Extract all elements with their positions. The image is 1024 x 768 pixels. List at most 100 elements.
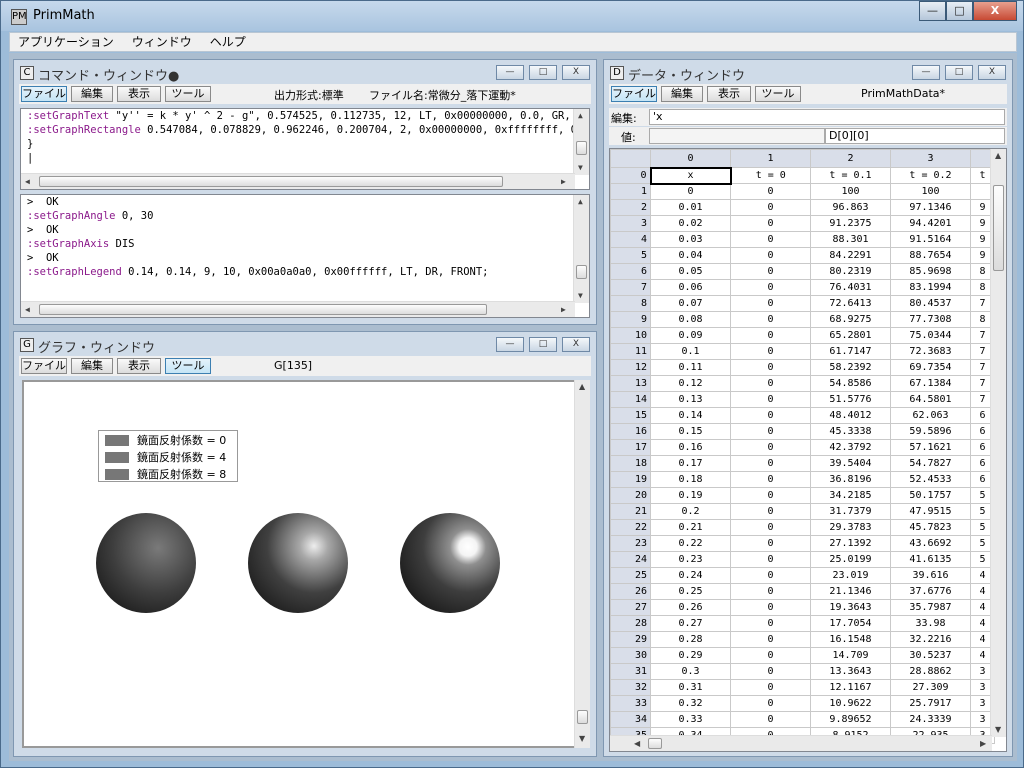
table-cell[interactable]: 0.1 bbox=[650, 343, 731, 360]
scroll-down-arrow[interactable]: ▼ bbox=[579, 734, 585, 743]
table-cell[interactable]: 27.309 bbox=[890, 679, 971, 696]
command-window-titlebar[interactable]: C コマンド・ウィンドウ● — □ X bbox=[14, 60, 596, 84]
table-cell[interactable]: 0.15 bbox=[650, 423, 731, 440]
table-cell[interactable]: 0.24 bbox=[650, 567, 731, 584]
scroll-right-arrow[interactable]: ▶ bbox=[561, 305, 566, 314]
table-cell[interactable]: 29.3783 bbox=[810, 519, 891, 536]
table-cell[interactable]: 64.5801 bbox=[890, 391, 971, 408]
row-header[interactable]: 3 bbox=[610, 215, 651, 232]
row-header[interactable]: 19 bbox=[610, 471, 651, 488]
table-cell[interactable]: 59.5896 bbox=[890, 423, 971, 440]
scroll-up-arrow[interactable]: ▲ bbox=[579, 382, 585, 391]
close-button[interactable]: X bbox=[978, 65, 1006, 80]
table-cell[interactable]: 39.5404 bbox=[810, 455, 891, 472]
file-button[interactable]: ファイル bbox=[21, 86, 67, 102]
table-cell[interactable]: 0.06 bbox=[650, 279, 731, 296]
table-cell[interactable]: 100 bbox=[890, 183, 971, 200]
table-cell[interactable]: 0 bbox=[730, 327, 811, 344]
edit-button[interactable]: 編集 bbox=[71, 86, 113, 102]
close-button[interactable]: X bbox=[973, 1, 1017, 21]
table-cell[interactable]: 39.616 bbox=[890, 567, 971, 584]
scroll-thumb[interactable] bbox=[993, 185, 1004, 271]
scroll-down-arrow[interactable]: ▼ bbox=[995, 725, 1001, 734]
column-header[interactable]: 2 bbox=[810, 149, 891, 168]
table-cell[interactable]: 50.1757 bbox=[890, 487, 971, 504]
table-cell[interactable]: 68.9275 bbox=[810, 311, 891, 328]
table-cell[interactable]: 17.7054 bbox=[810, 615, 891, 632]
row-header[interactable]: 15 bbox=[610, 407, 651, 424]
table-cell[interactable]: 0 bbox=[730, 375, 811, 392]
table-cell[interactable]: 34.2185 bbox=[810, 487, 891, 504]
restore-button[interactable]: □ bbox=[529, 337, 557, 352]
table-cell[interactable]: 0.16 bbox=[650, 439, 731, 456]
table-cell[interactable]: 0.27 bbox=[650, 615, 731, 632]
table-cell[interactable]: 41.6135 bbox=[890, 551, 971, 568]
row-header[interactable]: 16 bbox=[610, 423, 651, 440]
table-cell[interactable]: 25.0199 bbox=[810, 551, 891, 568]
table-cell[interactable]: 61.7147 bbox=[810, 343, 891, 360]
minimize-button[interactable]: — bbox=[496, 337, 524, 352]
table-cell[interactable]: 0 bbox=[730, 567, 811, 584]
minimize-button[interactable]: — bbox=[919, 1, 946, 21]
table-cell[interactable]: 72.3683 bbox=[890, 343, 971, 360]
table-cell[interactable]: 21.1346 bbox=[810, 583, 891, 600]
table-cell[interactable]: 91.5164 bbox=[890, 231, 971, 248]
table-cell[interactable]: 0 bbox=[730, 615, 811, 632]
table-cell[interactable]: 65.2801 bbox=[810, 327, 891, 344]
row-header[interactable]: 11 bbox=[610, 343, 651, 360]
table-cell[interactable]: 77.7308 bbox=[890, 311, 971, 328]
file-button[interactable]: ファイル bbox=[611, 86, 657, 102]
table-cell[interactable]: 45.7823 bbox=[890, 519, 971, 536]
table-cell[interactable]: 31.7379 bbox=[810, 503, 891, 520]
table-cell[interactable]: 0.2 bbox=[650, 503, 731, 520]
row-header[interactable]: 20 bbox=[610, 487, 651, 504]
table-cell[interactable]: 0.05 bbox=[650, 263, 731, 280]
table-cell[interactable]: 0.18 bbox=[650, 471, 731, 488]
table-cell[interactable]: 0 bbox=[730, 423, 811, 440]
table-cell[interactable]: 0.22 bbox=[650, 535, 731, 552]
row-header[interactable]: 5 bbox=[610, 247, 651, 264]
table-cell[interactable]: 0 bbox=[730, 663, 811, 680]
table-cell[interactable]: 97.1346 bbox=[890, 199, 971, 216]
table-cell[interactable]: 94.4201 bbox=[890, 215, 971, 232]
table-cell[interactable]: 0 bbox=[730, 247, 811, 264]
menu-application[interactable]: アプリケーション bbox=[10, 33, 124, 51]
table-cell[interactable]: 85.9698 bbox=[890, 263, 971, 280]
table-cell[interactable]: 88.7654 bbox=[890, 247, 971, 264]
table-cell[interactable]: 72.6413 bbox=[810, 295, 891, 312]
row-header[interactable]: 32 bbox=[610, 679, 651, 696]
menu-window[interactable]: ウィンドウ bbox=[124, 33, 202, 51]
scroll-thumb[interactable] bbox=[576, 265, 587, 279]
table-cell[interactable]: 0.25 bbox=[650, 583, 731, 600]
row-header[interactable]: 29 bbox=[610, 631, 651, 648]
table-cell[interactable]: 83.1994 bbox=[890, 279, 971, 296]
scroll-up-arrow[interactable]: ▲ bbox=[995, 151, 1001, 160]
table-cell[interactable]: 69.7354 bbox=[890, 359, 971, 376]
table-cell[interactable]: 75.0344 bbox=[890, 327, 971, 344]
row-header[interactable]: 23 bbox=[610, 535, 651, 552]
table-cell[interactable]: 84.2291 bbox=[810, 247, 891, 264]
row-header[interactable]: 25 bbox=[610, 567, 651, 584]
table-cell[interactable]: 0.02 bbox=[650, 215, 731, 232]
table-cell[interactable]: 54.8586 bbox=[810, 375, 891, 392]
table-cell[interactable]: 0 bbox=[730, 439, 811, 456]
table-cell[interactable]: 51.5776 bbox=[810, 391, 891, 408]
table-cell[interactable]: 0 bbox=[730, 359, 811, 376]
row-header[interactable]: 33 bbox=[610, 695, 651, 712]
scroll-up-arrow[interactable]: ▲ bbox=[578, 197, 583, 206]
table-cell[interactable]: 0 bbox=[730, 311, 811, 328]
console-vscroll[interactable]: ▲ ▼ bbox=[573, 195, 589, 303]
minimize-button[interactable]: — bbox=[912, 65, 940, 80]
table-cell[interactable]: 100 bbox=[810, 183, 891, 200]
table-cell[interactable]: 0.17 bbox=[650, 455, 731, 472]
grid-vscroll[interactable]: ▲ ▼ bbox=[990, 149, 1006, 737]
table-cell[interactable]: 0 bbox=[730, 631, 811, 648]
minimize-button[interactable]: — bbox=[496, 65, 524, 80]
table-cell[interactable]: 0.19 bbox=[650, 487, 731, 504]
table-cell[interactable]: 0.08 bbox=[650, 311, 731, 328]
table-cell[interactable]: 0 bbox=[730, 711, 811, 728]
table-cell[interactable]: 13.3643 bbox=[810, 663, 891, 680]
table-cell[interactable]: 0.21 bbox=[650, 519, 731, 536]
table-cell[interactable]: 62.063 bbox=[890, 407, 971, 424]
table-cell[interactable]: 54.7827 bbox=[890, 455, 971, 472]
